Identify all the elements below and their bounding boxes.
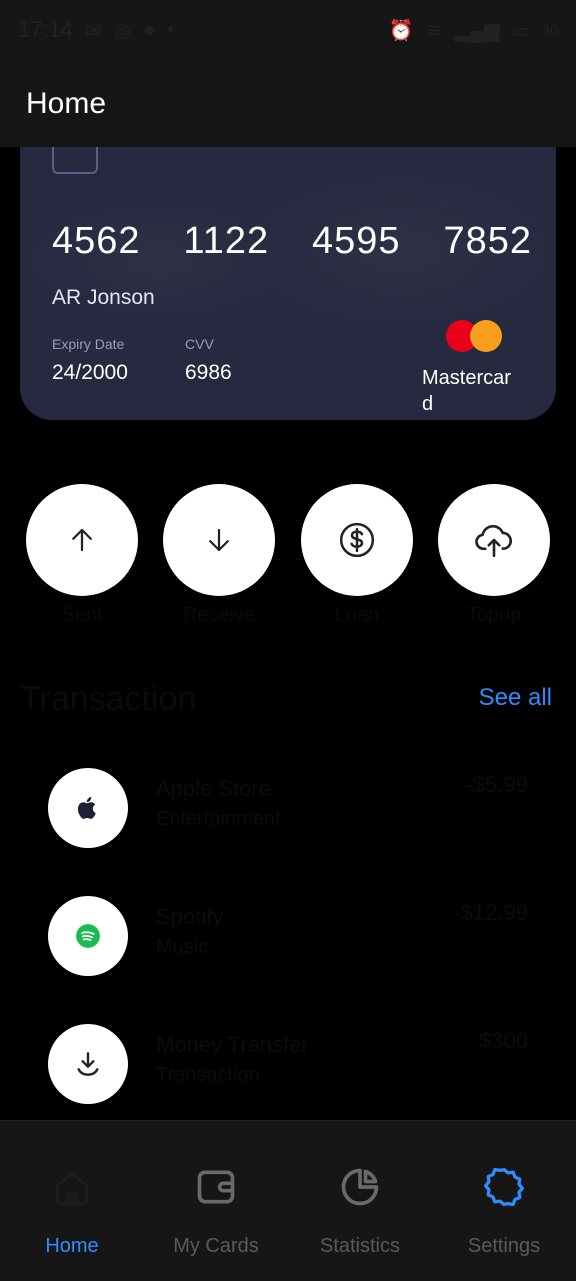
status-time: 17:14 — [18, 17, 74, 42]
nav-item-settings[interactable]: Settings — [432, 1121, 576, 1281]
download-icon — [48, 1024, 128, 1104]
card-number-group: 4595 — [312, 220, 401, 262]
card-number-group: 1122 — [183, 220, 270, 262]
loan-label: Loan — [334, 604, 380, 626]
transaction-row[interactable]: Spotify Music -$12,99 — [48, 896, 538, 976]
nav-label-statistics: Statistics — [319, 1235, 401, 1257]
wifi-icon: ≋ — [425, 19, 443, 42]
card-number-group: 7852 — [443, 220, 532, 262]
card-number-group: 4562 — [52, 220, 141, 262]
dot-icon: • — [167, 18, 175, 41]
topup-button[interactable] — [438, 484, 550, 596]
apple-icon — [48, 768, 128, 848]
transaction-amount: $300 — [479, 1028, 528, 1053]
alarm-icon: ⏰ — [388, 19, 414, 42]
quick-actions: Sent Receive Loan Topup — [26, 484, 550, 626]
card-brand: Mastercard — [422, 367, 511, 415]
arrow-up-icon — [72, 528, 92, 552]
sent-label: Sent — [61, 604, 103, 626]
transaction-row[interactable]: Money Transfer Transaction $300 — [48, 1024, 538, 1104]
transaction-name: Spotify — [156, 904, 224, 929]
cvv-label: CVV — [185, 336, 214, 352]
bottom-navigation: Home My Cards Statistics Settings — [0, 1120, 576, 1281]
dollar-circle-icon — [339, 522, 375, 558]
credit-card[interactable]: 4562 1122 4595 7852 AR Jonson Expiry Dat… — [20, 110, 556, 420]
page-title: Home — [26, 86, 107, 120]
expiry-label: Expiry Date — [52, 336, 125, 352]
signal-icon: ▂▄▆ — [454, 19, 500, 42]
sent-button[interactable] — [26, 484, 138, 596]
transaction-category: Entertainment — [156, 808, 281, 830]
nav-item-my-cards[interactable]: My Cards — [144, 1121, 288, 1281]
transaction-amount: -$12,99 — [453, 900, 528, 925]
transaction-category: Transaction — [156, 1064, 260, 1086]
receive-button[interactable] — [163, 484, 275, 596]
cloud-upload-icon — [475, 524, 512, 558]
arrow-down-icon — [209, 528, 229, 552]
card-holder-name: AR Jonson — [52, 286, 155, 309]
nav-label-home: Home — [45, 1235, 99, 1257]
status-bar: 17:14 ✉ ◎ ● • ⏰ ≋ ▂▄▆ ▭ 30 — [0, 0, 576, 60]
receive-label: Receive — [182, 604, 256, 626]
app-bar: Home — [0, 60, 576, 147]
battery-icon: ▭ — [511, 19, 531, 42]
gear-icon — [484, 1167, 524, 1207]
card-number: 4562 1122 4595 7852 — [52, 220, 532, 263]
loan-button[interactable] — [301, 484, 413, 596]
gmail-icon: ✉ — [85, 19, 102, 42]
transaction-row[interactable]: Apple Store Entertainment -$5,99 — [48, 768, 538, 848]
transaction-name: Apple Store — [156, 776, 271, 801]
wallet-icon — [197, 1170, 235, 1204]
transaction-name: Money Transfer — [156, 1032, 309, 1057]
battery-level: 30 — [542, 22, 558, 38]
pie-chart-icon — [341, 1168, 379, 1206]
transactions-header: Transaction See all — [20, 680, 556, 720]
nav-label-my-cards: My Cards — [173, 1235, 259, 1257]
topup-label: Topup — [466, 604, 522, 626]
expiry-value: 24/2000 — [52, 361, 128, 384]
mastercard-logo-icon — [446, 320, 506, 354]
app-icon: ● — [143, 18, 156, 41]
home-icon — [55, 1172, 89, 1205]
nav-item-home[interactable]: Home — [0, 1121, 144, 1281]
spotify-icon — [48, 896, 128, 976]
transactions-title: Transaction — [20, 680, 197, 718]
nav-label-settings: Settings — [467, 1235, 541, 1257]
cvv-value: 6986 — [185, 361, 232, 384]
see-all-link[interactable]: See all — [479, 684, 552, 712]
mastercard-orange-circle — [470, 320, 502, 352]
transaction-category: Music — [156, 936, 209, 958]
transaction-amount: -$5,99 — [465, 772, 528, 797]
whatsapp-icon: ◎ — [113, 19, 132, 42]
nav-item-statistics[interactable]: Statistics — [288, 1121, 432, 1281]
